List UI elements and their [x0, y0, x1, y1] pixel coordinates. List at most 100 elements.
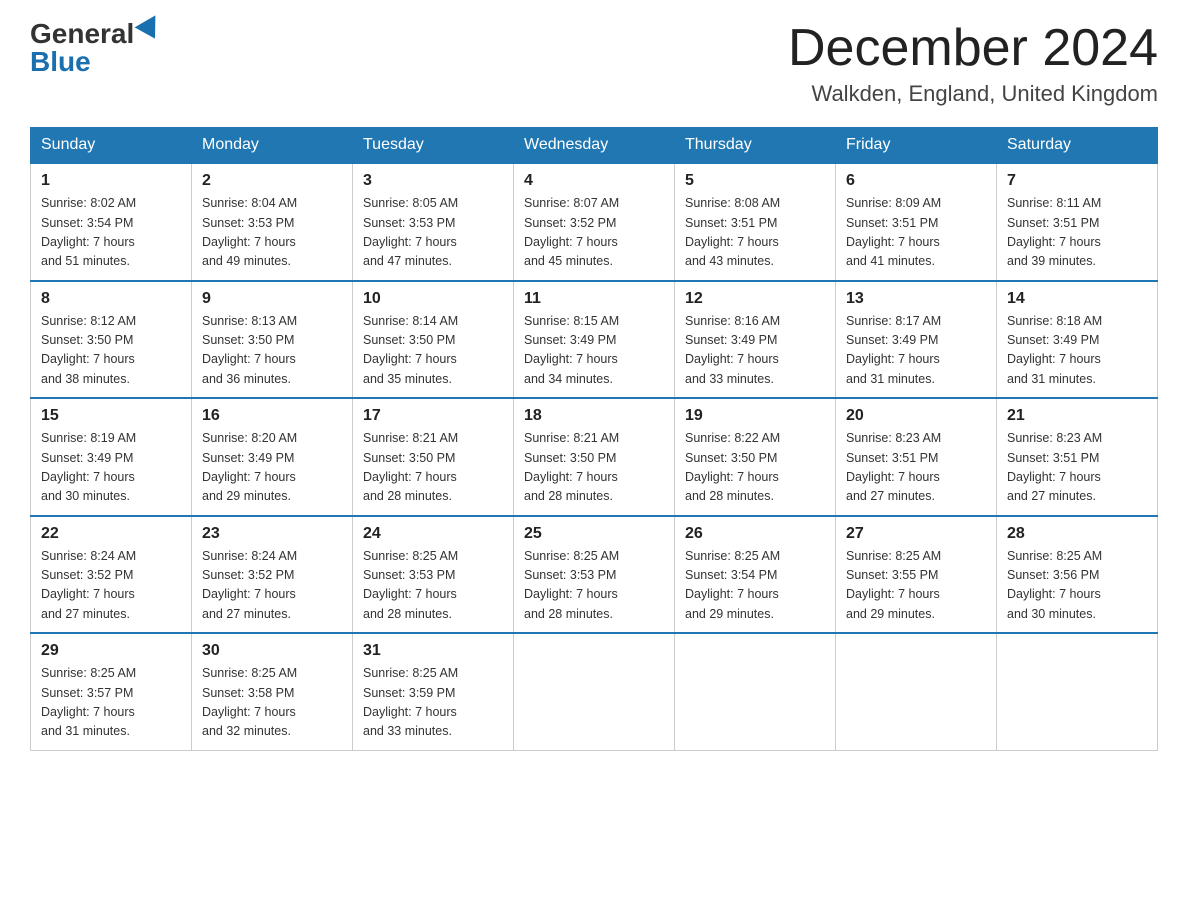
calendar-cell: [514, 633, 675, 750]
calendar-cell: 13 Sunrise: 8:17 AMSunset: 3:49 PMDayligh…: [836, 281, 997, 399]
calendar-cell: 20 Sunrise: 8:23 AMSunset: 3:51 PMDayligh…: [836, 398, 997, 516]
day-info: Sunrise: 8:14 AMSunset: 3:50 PMDaylight:…: [363, 312, 503, 390]
day-info: Sunrise: 8:21 AMSunset: 3:50 PMDaylight:…: [363, 429, 503, 507]
calendar-cell: 10 Sunrise: 8:14 AMSunset: 3:50 PMDayligh…: [353, 281, 514, 399]
day-info: Sunrise: 8:12 AMSunset: 3:50 PMDaylight:…: [41, 312, 181, 390]
header-friday: Friday: [836, 128, 997, 164]
day-number: 22: [41, 525, 181, 543]
month-title: December 2024: [788, 20, 1158, 77]
day-number: 24: [363, 525, 503, 543]
day-info: Sunrise: 8:04 AMSunset: 3:53 PMDaylight:…: [202, 194, 342, 272]
day-number: 20: [846, 407, 986, 425]
calendar-cell: 6Sunrise: 8:09 AMSunset: 3:51 PMDaylight…: [836, 163, 997, 281]
day-info: Sunrise: 8:18 AMSunset: 3:49 PMDaylight:…: [1007, 312, 1147, 390]
calendar-cell: 29Sunrise: 8:25 AMSunset: 3:57 PMDayligh…: [31, 633, 192, 750]
day-info: Sunrise: 8:25 AMSunset: 3:59 PMDaylight:…: [363, 664, 503, 742]
calendar-cell: 9Sunrise: 8:13 AMSunset: 3:50 PMDaylight…: [192, 281, 353, 399]
logo-general-text: General: [30, 20, 134, 48]
day-number: 31: [363, 642, 503, 660]
day-number: 7: [1007, 172, 1147, 190]
calendar-cell: 22 Sunrise: 8:24 AMSunset: 3:52 PMDayligh…: [31, 516, 192, 634]
header-sunday: Sunday: [31, 128, 192, 164]
day-info: Sunrise: 8:23 AMSunset: 3:51 PMDaylight:…: [846, 429, 986, 507]
day-number: 2: [202, 172, 342, 190]
calendar-cell: [997, 633, 1158, 750]
day-info: Sunrise: 8:02 AMSunset: 3:54 PMDaylight:…: [41, 194, 181, 272]
calendar-cell: 19 Sunrise: 8:22 AMSunset: 3:50 PMDayligh…: [675, 398, 836, 516]
day-number: 18: [524, 407, 664, 425]
day-info: Sunrise: 8:24 AMSunset: 3:52 PMDaylight:…: [202, 547, 342, 625]
day-info: Sunrise: 8:20 AMSunset: 3:49 PMDaylight:…: [202, 429, 342, 507]
day-number: 9: [202, 290, 342, 308]
title-area: December 2024 Walkden, England, United K…: [788, 20, 1158, 107]
calendar-cell: [675, 633, 836, 750]
calendar-cell: 4 Sunrise: 8:07 AMSunset: 3:52 PMDaylight…: [514, 163, 675, 281]
day-number: 16: [202, 407, 342, 425]
day-info: Sunrise: 8:24 AMSunset: 3:52 PMDaylight:…: [41, 547, 181, 625]
day-info: Sunrise: 8:25 AMSunset: 3:54 PMDaylight:…: [685, 547, 825, 625]
header-thursday: Thursday: [675, 128, 836, 164]
day-number: 17: [363, 407, 503, 425]
day-info: Sunrise: 8:05 AMSunset: 3:53 PMDaylight:…: [363, 194, 503, 272]
calendar-cell: 1 Sunrise: 8:02 AMSunset: 3:54 PMDaylight…: [31, 163, 192, 281]
calendar-cell: 11 Sunrise: 8:15 AMSunset: 3:49 PMDayligh…: [514, 281, 675, 399]
day-info: Sunrise: 8:15 AMSunset: 3:49 PMDaylight:…: [524, 312, 664, 390]
day-number: 4: [524, 172, 664, 190]
calendar-cell: 12 Sunrise: 8:16 AMSunset: 3:49 PMDayligh…: [675, 281, 836, 399]
calendar-cell: 26Sunrise: 8:25 AMSunset: 3:54 PMDayligh…: [675, 516, 836, 634]
day-number: 28: [1007, 525, 1147, 543]
logo: General Blue: [30, 20, 162, 76]
calendar-cell: 3 Sunrise: 8:05 AMSunset: 3:53 PMDaylight…: [353, 163, 514, 281]
day-number: 3: [363, 172, 503, 190]
header-wednesday: Wednesday: [514, 128, 675, 164]
day-number: 8: [41, 290, 181, 308]
day-number: 15: [41, 407, 181, 425]
calendar-header-row: SundayMondayTuesdayWednesdayThursdayFrid…: [31, 128, 1158, 164]
day-info: Sunrise: 8:21 AMSunset: 3:50 PMDaylight:…: [524, 429, 664, 507]
calendar-cell: 21 Sunrise: 8:23 AMSunset: 3:51 PMDayligh…: [997, 398, 1158, 516]
day-number: 30: [202, 642, 342, 660]
day-info: Sunrise: 8:25 AMSunset: 3:53 PMDaylight:…: [524, 547, 664, 625]
calendar-table: SundayMondayTuesdayWednesdayThursdayFrid…: [30, 127, 1158, 751]
calendar-cell: 2 Sunrise: 8:04 AMSunset: 3:53 PMDaylight…: [192, 163, 353, 281]
day-number: 25: [524, 525, 664, 543]
logo-blue-text: Blue: [30, 48, 91, 76]
day-number: 29: [41, 642, 181, 660]
week-row-2: 8 Sunrise: 8:12 AMSunset: 3:50 PMDaylight…: [31, 281, 1158, 399]
day-info: Sunrise: 8:07 AMSunset: 3:52 PMDaylight:…: [524, 194, 664, 272]
week-row-5: 29Sunrise: 8:25 AMSunset: 3:57 PMDayligh…: [31, 633, 1158, 750]
calendar-cell: 8 Sunrise: 8:12 AMSunset: 3:50 PMDaylight…: [31, 281, 192, 399]
day-info: Sunrise: 8:17 AMSunset: 3:49 PMDaylight:…: [846, 312, 986, 390]
header: General Blue December 2024 Walkden, Engl…: [30, 20, 1158, 107]
day-info: Sunrise: 8:25 AMSunset: 3:56 PMDaylight:…: [1007, 547, 1147, 625]
calendar-cell: 14 Sunrise: 8:18 AMSunset: 3:49 PMDayligh…: [997, 281, 1158, 399]
calendar-cell: 28 Sunrise: 8:25 AMSunset: 3:56 PMDayligh…: [997, 516, 1158, 634]
day-number: 11: [524, 290, 664, 308]
header-monday: Monday: [192, 128, 353, 164]
day-number: 21: [1007, 407, 1147, 425]
day-info: Sunrise: 8:19 AMSunset: 3:49 PMDaylight:…: [41, 429, 181, 507]
day-number: 12: [685, 290, 825, 308]
day-number: 10: [363, 290, 503, 308]
day-info: Sunrise: 8:16 AMSunset: 3:49 PMDaylight:…: [685, 312, 825, 390]
day-info: Sunrise: 8:11 AMSunset: 3:51 PMDaylight:…: [1007, 194, 1147, 272]
calendar-cell: 30 Sunrise: 8:25 AMSunset: 3:58 PMDayligh…: [192, 633, 353, 750]
day-info: Sunrise: 8:25 AMSunset: 3:53 PMDaylight:…: [363, 547, 503, 625]
day-number: 19: [685, 407, 825, 425]
day-info: Sunrise: 8:23 AMSunset: 3:51 PMDaylight:…: [1007, 429, 1147, 507]
header-saturday: Saturday: [997, 128, 1158, 164]
calendar-cell: 25 Sunrise: 8:25 AMSunset: 3:53 PMDayligh…: [514, 516, 675, 634]
day-number: 27: [846, 525, 986, 543]
calendar-cell: 23Sunrise: 8:24 AMSunset: 3:52 PMDayligh…: [192, 516, 353, 634]
day-info: Sunrise: 8:25 AMSunset: 3:58 PMDaylight:…: [202, 664, 342, 742]
calendar-cell: [836, 633, 997, 750]
header-tuesday: Tuesday: [353, 128, 514, 164]
day-number: 13: [846, 290, 986, 308]
logo-triangle-icon: [135, 15, 166, 44]
location-title: Walkden, England, United Kingdom: [788, 81, 1158, 107]
calendar-cell: 27Sunrise: 8:25 AMSunset: 3:55 PMDayligh…: [836, 516, 997, 634]
day-number: 1: [41, 172, 181, 190]
day-number: 14: [1007, 290, 1147, 308]
day-info: Sunrise: 8:22 AMSunset: 3:50 PMDaylight:…: [685, 429, 825, 507]
calendar-cell: 15 Sunrise: 8:19 AMSunset: 3:49 PMDayligh…: [31, 398, 192, 516]
